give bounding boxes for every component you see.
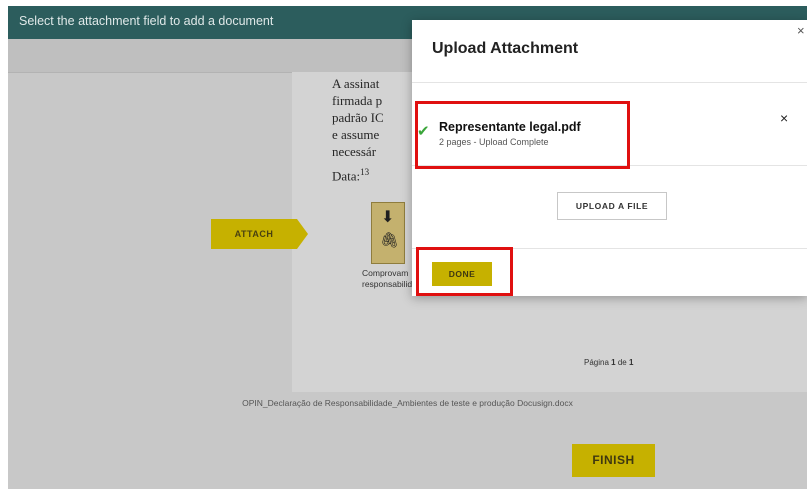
paragraph-line: e assume	[332, 127, 380, 142]
paragraph-line: A assinat	[332, 76, 380, 91]
document-paragraph: A assinat firmada p padrão IC e assume n…	[332, 75, 384, 160]
instruction-text: Select the attachment field to add a doc…	[19, 14, 274, 28]
finish-button[interactable]: FINISH	[572, 444, 655, 477]
page-total: 1	[628, 358, 634, 367]
attach-tag-label: ATTACH	[234, 229, 274, 239]
field-number: 13	[360, 167, 370, 177]
page-prefix: Página	[584, 358, 609, 367]
highlight-done-box	[416, 247, 513, 296]
attach-indicator[interactable]: ATTACH	[211, 219, 308, 249]
date-label-text: Data:	[332, 168, 361, 184]
dialog-title: Upload Attachment	[432, 40, 579, 57]
page-sep: de	[617, 358, 627, 367]
date-label: Data:13	[332, 167, 369, 184]
close-icon[interactable]: ×	[797, 23, 805, 38]
upload-file-button[interactable]: UPLOAD A FILE	[557, 192, 667, 220]
paragraph-line: firmada p	[332, 93, 383, 108]
attachment-caption: Comprovam responsabilida	[362, 268, 417, 290]
paragraph-line: padrão IC	[332, 110, 384, 125]
divider	[412, 82, 807, 83]
paperclip-icon: 🖇	[380, 232, 400, 249]
remove-file-icon[interactable]: ×	[780, 110, 788, 126]
page-current: 1	[611, 358, 616, 367]
paragraph-line: necessár	[332, 144, 377, 159]
caption-line: Comprovam	[362, 268, 409, 278]
caption-line: responsabilida	[362, 279, 417, 289]
highlight-file-box	[415, 101, 630, 169]
document-filename: OPIN_Declaração de Responsabilidade_Ambi…	[242, 398, 573, 408]
download-arrow-icon: ⬇	[381, 209, 395, 226]
page-indicator: Página 1 de 1	[584, 358, 633, 367]
attachment-field[interactable]: ⬇ 🖇	[371, 202, 405, 264]
